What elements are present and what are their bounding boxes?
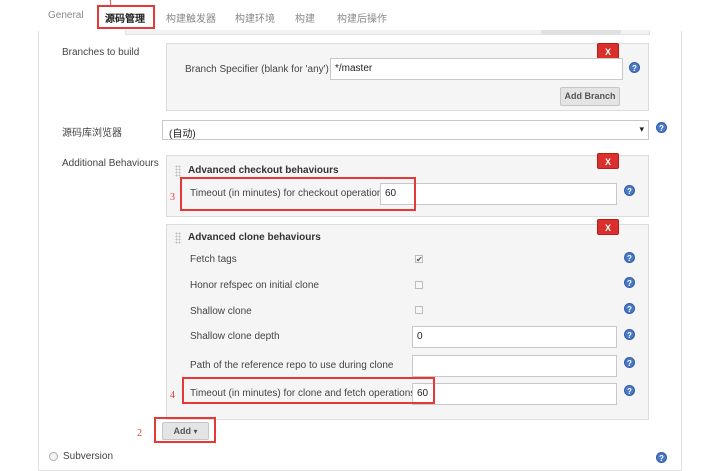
subversion-radio[interactable] bbox=[49, 452, 58, 461]
shallow-clone-label: Shallow clone bbox=[190, 306, 252, 317]
annotation-box-clone-timeout bbox=[182, 377, 435, 404]
fetch-tags-label: Fetch tags bbox=[190, 254, 237, 265]
annotation-number-3: 3 bbox=[170, 192, 175, 203]
branches-to-build-label: Branches to build bbox=[62, 47, 140, 58]
help-icon[interactable]: ? bbox=[624, 385, 635, 396]
annotation-box-add bbox=[154, 417, 216, 443]
annotation-number-2: 2 bbox=[137, 428, 142, 439]
honor-refspec-checkbox[interactable] bbox=[415, 281, 423, 289]
reference-repo-input[interactable] bbox=[412, 355, 617, 377]
drag-handle-icon[interactable] bbox=[175, 232, 181, 244]
help-icon[interactable]: ? bbox=[624, 303, 635, 314]
delete-branch-button[interactable]: X bbox=[597, 43, 619, 59]
shallow-clone-depth-input[interactable]: 0 bbox=[412, 326, 617, 348]
tab-build[interactable]: 构建 bbox=[295, 10, 315, 25]
annotation-box-checkout-timeout bbox=[180, 177, 416, 211]
fetch-tags-checkbox[interactable]: ✔ bbox=[415, 255, 423, 264]
annotation-number-4: 4 bbox=[170, 390, 175, 401]
help-icon[interactable]: ? bbox=[656, 122, 667, 133]
repository-browser-value: (自动) bbox=[169, 129, 196, 140]
drag-handle-icon[interactable] bbox=[175, 165, 181, 177]
repository-browser-label: 源码库浏览器 bbox=[62, 128, 122, 139]
help-icon[interactable]: ? bbox=[624, 185, 635, 196]
tab-post-build-actions[interactable]: 构建后操作 bbox=[337, 10, 387, 25]
help-icon[interactable]: ? bbox=[624, 252, 635, 263]
help-icon[interactable]: ? bbox=[629, 62, 640, 73]
annotation-number-1: 1 bbox=[108, 0, 113, 10]
help-icon[interactable]: ? bbox=[624, 357, 635, 368]
checkmark-icon: ✔ bbox=[416, 255, 423, 264]
reference-repo-label: Path of the reference repo to use during… bbox=[190, 360, 394, 371]
help-icon[interactable]: ? bbox=[624, 277, 635, 288]
shallow-clone-depth-label: Shallow clone depth bbox=[190, 331, 280, 342]
tab-build-environment[interactable]: 构建环境 bbox=[235, 10, 275, 25]
help-icon[interactable]: ? bbox=[624, 329, 635, 340]
delete-checkout-behaviour-button[interactable]: X bbox=[597, 153, 619, 169]
delete-clone-behaviour-button[interactable]: X bbox=[597, 219, 619, 235]
additional-behaviours-label: Additional Behaviours bbox=[62, 158, 159, 169]
branch-specifier-input[interactable]: */master bbox=[330, 58, 623, 80]
checkout-behaviour-title: Advanced checkout behaviours bbox=[188, 165, 339, 176]
annotation-box-tab bbox=[97, 5, 155, 29]
tab-general[interactable]: General bbox=[48, 10, 84, 21]
shallow-clone-checkbox[interactable] bbox=[415, 306, 423, 314]
clone-behaviour-title: Advanced clone behaviours bbox=[188, 232, 321, 243]
dropdown-caret-icon: ▾ bbox=[639, 124, 644, 134]
branch-specifier-label: Branch Specifier (blank for 'any') bbox=[185, 64, 329, 75]
clone-timeout-input[interactable]: 60 bbox=[412, 383, 617, 405]
add-branch-button[interactable]: Add Branch bbox=[560, 87, 620, 106]
repository-browser-select[interactable]: (自动) ▾ bbox=[162, 120, 649, 140]
honor-refspec-label: Honor refspec on initial clone bbox=[190, 280, 319, 291]
tab-build-triggers[interactable]: 构建触发器 bbox=[166, 10, 216, 25]
subversion-label: Subversion bbox=[63, 451, 114, 462]
help-icon[interactable]: ? bbox=[656, 452, 667, 463]
